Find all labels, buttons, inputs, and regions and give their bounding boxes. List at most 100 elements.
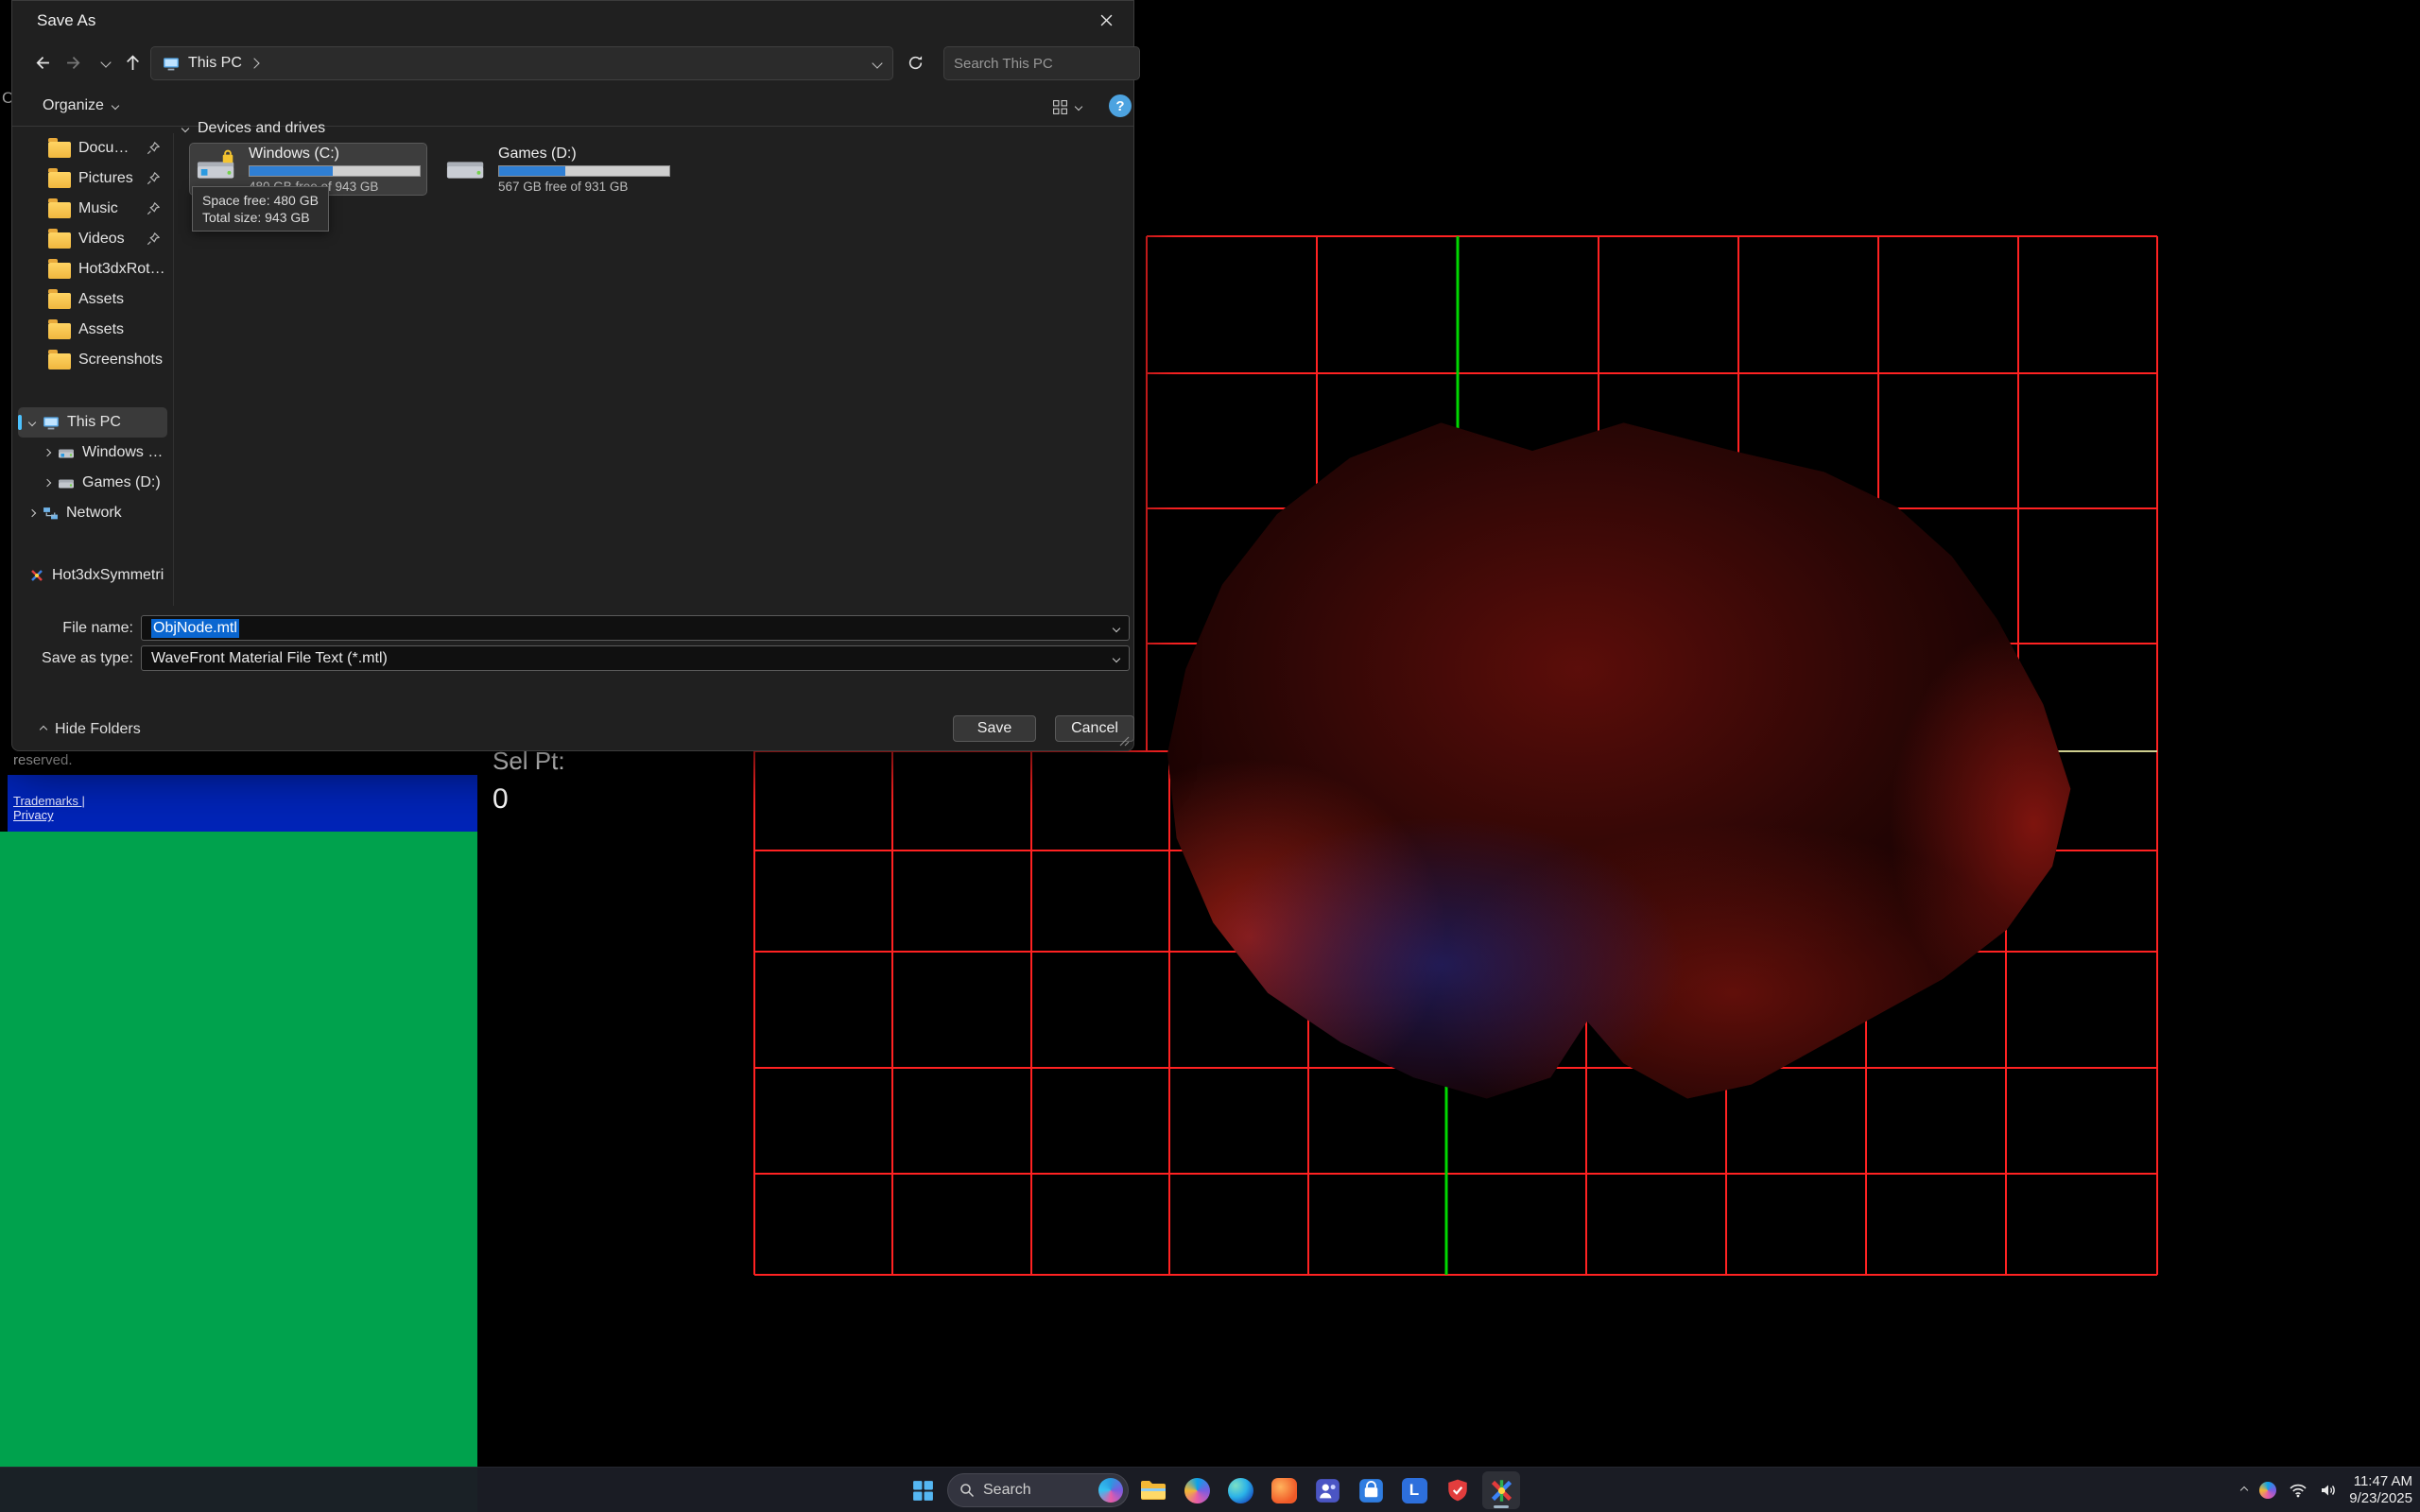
sidebar-item-pictures[interactable]: Pictures xyxy=(18,163,167,194)
hide-folders-button[interactable]: Hide Folders xyxy=(33,716,148,743)
store-button[interactable] xyxy=(1352,1471,1390,1509)
dialog-sidebar: Documents Pictures Music Videos Hot3dxRo… xyxy=(14,133,171,591)
chevron-up-icon xyxy=(40,726,47,733)
hidden-icons-chevron[interactable] xyxy=(2240,1486,2248,1494)
copilot-button[interactable] xyxy=(1178,1471,1216,1509)
breadcrumb-chevron-icon[interactable] xyxy=(249,58,259,68)
back-button[interactable] xyxy=(27,48,56,77)
store-icon xyxy=(1358,1478,1384,1503)
volume-icon[interactable] xyxy=(2320,1483,2337,1498)
file-name-input[interactable]: ObjNode.mtl xyxy=(141,615,1130,641)
edge-button[interactable] xyxy=(1221,1471,1259,1509)
expand-icon[interactable] xyxy=(43,479,51,487)
chevron-down-icon xyxy=(1075,103,1082,111)
folder-icon xyxy=(48,232,71,249)
group-header-devices-and-drives[interactable]: Devices and drives xyxy=(182,120,325,137)
drive-icon xyxy=(58,476,75,490)
file-explorer-button[interactable] xyxy=(1134,1471,1172,1509)
pin-icon xyxy=(147,232,160,246)
security-button[interactable] xyxy=(1439,1471,1477,1509)
forward-icon xyxy=(66,55,82,71)
resize-grip[interactable] xyxy=(1118,735,1130,747)
selection-indicator xyxy=(18,415,22,430)
drive-free-space: 567 GB free of 931 GB xyxy=(498,180,670,194)
privacy-link[interactable]: Privacy xyxy=(13,808,477,822)
sidebar-item-assets-2[interactable]: Assets xyxy=(18,315,167,345)
up-button[interactable] xyxy=(118,48,147,77)
sidebar-item-assets-1[interactable]: Assets xyxy=(18,284,167,315)
hot3dx-app-button[interactable] xyxy=(1482,1471,1520,1509)
search-placeholder: Search xyxy=(983,1482,1090,1499)
sidebar-item-music[interactable]: Music xyxy=(18,194,167,224)
folder-icon xyxy=(48,202,71,218)
search-highlights-icon xyxy=(1098,1478,1123,1503)
green-panel xyxy=(0,832,477,1512)
trademarks-link[interactable]: Trademarks | xyxy=(13,794,477,808)
sidebar-item-games-d[interactable]: Games (D:) xyxy=(18,468,167,498)
view-options-button[interactable] xyxy=(1045,94,1089,120)
capacity-bar-fill xyxy=(250,166,333,176)
sidebar-item-windows-c[interactable]: Windows (C:) xyxy=(18,438,167,468)
search-box[interactable] xyxy=(943,46,1140,80)
sidebar-item-this-pc[interactable]: This PC xyxy=(18,407,167,438)
drive-name: Windows (C:) xyxy=(249,146,421,163)
file-name-label: File name: xyxy=(20,620,133,637)
sidebar-item-documents[interactable]: Documents xyxy=(18,133,167,163)
drive-tile-games-d[interactable]: Games (D:) 567 GB free of 931 GB xyxy=(440,144,676,195)
search-input[interactable] xyxy=(954,56,1142,72)
pin-icon xyxy=(147,202,160,215)
save-as-type-dropdown-icon[interactable] xyxy=(1113,654,1120,662)
organize-button[interactable]: Organize xyxy=(33,92,128,120)
pin-icon xyxy=(147,142,160,155)
hot3dx-app-icon xyxy=(1489,1478,1514,1503)
file-explorer-icon xyxy=(1140,1479,1167,1502)
recent-locations-button[interactable] xyxy=(92,48,120,77)
expand-icon[interactable] xyxy=(28,419,36,426)
save-button[interactable]: Save xyxy=(953,715,1036,742)
this-pc-icon xyxy=(43,414,60,431)
taskbar-search[interactable]: Search xyxy=(947,1473,1129,1507)
dialog-titlebar[interactable]: Save As xyxy=(12,1,1133,39)
sidebar-item-network[interactable]: Network xyxy=(18,498,167,528)
folder-icon xyxy=(48,142,71,158)
save-as-type-label: Save as type: xyxy=(20,650,133,667)
search-icon xyxy=(959,1483,975,1498)
windows-logo-icon xyxy=(911,1479,935,1503)
refresh-icon xyxy=(908,55,924,71)
clock-time: 11:47 AM xyxy=(2349,1473,2412,1490)
tray-app-icon[interactable] xyxy=(2259,1482,2276,1499)
help-button[interactable]: ? xyxy=(1109,94,1132,117)
sidebar-item-screenshots[interactable]: Screenshots xyxy=(18,345,167,375)
app-l-button[interactable]: L xyxy=(1395,1471,1433,1509)
address-history-icon[interactable] xyxy=(872,58,882,68)
wifi-icon[interactable] xyxy=(2289,1483,2308,1498)
app-l-icon: L xyxy=(1402,1478,1427,1503)
breadcrumb-this-pc[interactable]: This PC xyxy=(188,55,242,72)
refresh-button[interactable] xyxy=(901,48,929,77)
sidebar-item-videos[interactable]: Videos xyxy=(18,224,167,254)
forward-button[interactable] xyxy=(60,48,88,77)
save-as-type-select[interactable]: WaveFront Material File Text (*.mtl) xyxy=(141,645,1130,671)
file-name-dropdown-icon[interactable] xyxy=(1113,624,1120,631)
teams-button[interactable] xyxy=(1308,1471,1346,1509)
expand-icon[interactable] xyxy=(28,509,36,517)
start-button[interactable] xyxy=(904,1471,942,1509)
file-name-value: ObjNode.mtl xyxy=(151,619,239,638)
taskbar-clock[interactable]: 11:47 AM 9/23/2025 xyxy=(2349,1473,2412,1507)
capacity-bar xyxy=(498,165,670,177)
app-orange-icon xyxy=(1271,1478,1297,1503)
group-title: Devices and drives xyxy=(198,120,325,137)
sidebar-item-hot3dxsymmetri[interactable]: Hot3dxSymmetri xyxy=(18,560,167,591)
save-as-type-value: WaveFront Material File Text (*.mtl) xyxy=(151,650,388,667)
expand-icon[interactable] xyxy=(43,449,51,456)
sidebar-item-hot3dxrotodraw[interactable]: Hot3dxRotoDraw xyxy=(18,254,167,284)
app-orange-button[interactable] xyxy=(1265,1471,1303,1509)
close-button[interactable] xyxy=(1079,1,1133,39)
drive-tooltip: Space free: 480 GB Total size: 943 GB xyxy=(192,186,329,232)
address-bar[interactable]: This PC xyxy=(150,46,893,80)
edge-icon xyxy=(1228,1478,1253,1503)
grid-view-icon xyxy=(1052,99,1068,115)
folder-icon xyxy=(48,323,71,339)
folder-icon xyxy=(48,293,71,309)
selected-point-readout: Sel Pt: 0 xyxy=(493,747,565,816)
